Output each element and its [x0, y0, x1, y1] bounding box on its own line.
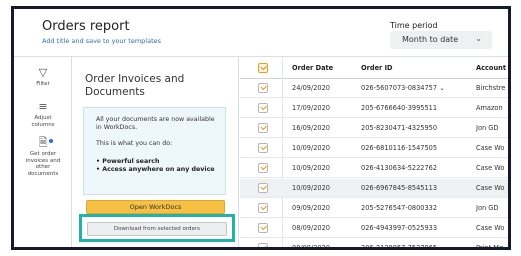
- order-date: 17/09/2020: [292, 104, 331, 112]
- order-id: 205-5276547-0800332: [361, 204, 438, 212]
- row-checkbox[interactable]: [258, 243, 268, 247]
- columns-icon: ≡: [38, 100, 48, 113]
- table-header-row: Order Date Order ID Account: [240, 57, 508, 79]
- account: Amazon: [476, 104, 503, 112]
- tool-rail: ▽ Filter ≡ Adjust columns 🗎 Get order in…: [14, 57, 72, 247]
- account: Case Wo: [476, 164, 505, 172]
- rail-item-adjust-columns[interactable]: ≡ Adjust columns: [14, 101, 72, 128]
- order-date: 16/09/2020: [292, 124, 331, 132]
- info-text-2: This is what you can do:: [96, 140, 173, 147]
- list-item: Access anywhere on any device: [96, 166, 221, 174]
- row-checkbox[interactable]: [258, 223, 268, 233]
- rail-item-label: Adjust columns: [31, 115, 55, 128]
- time-period-value: Month to date: [402, 35, 459, 44]
- order-date: 10/09/2020: [292, 164, 331, 172]
- column-header-account[interactable]: Account: [476, 57, 508, 79]
- account: Case Wo: [476, 184, 505, 192]
- account: Case Wo: [476, 224, 505, 232]
- account: Jon GD: [476, 124, 499, 132]
- orders-table: Order Date Order ID Account 24/09/2020 0…: [240, 57, 508, 250]
- chevron-down-icon[interactable]: ⌄: [439, 84, 445, 92]
- order-id: 026-6967845-8545113: [361, 184, 438, 192]
- notification-dot: [49, 139, 53, 143]
- row-checkbox[interactable]: [258, 103, 268, 113]
- download-selected-button[interactable]: Download from selected orders: [87, 222, 227, 236]
- filter-icon: ▽: [38, 66, 48, 79]
- feature-list: Powerful search Access anywhere on any d…: [96, 158, 221, 174]
- rail-item-label: Get order invoices and other documents: [25, 151, 61, 177]
- order-date: 24/09/2020: [292, 84, 331, 92]
- time-period-label: Time period: [390, 21, 438, 30]
- table-row[interactable]: 24/09/2020 026-5607073-0834757 ⌄ Birchst…: [240, 79, 508, 98]
- order-id: 205-8230471-4325950: [361, 124, 438, 132]
- table-row[interactable]: 17/09/2020 205-6766640-3995511 Amazon: [240, 99, 508, 118]
- column-header-order-id[interactable]: Order ID: [361, 57, 473, 79]
- row-checkbox[interactable]: [258, 203, 268, 213]
- order-id: 026-5607073-0834757 ⌄: [361, 79, 473, 98]
- orders-report-window: Orders report Add title and save to your…: [11, 6, 511, 250]
- row-checkbox[interactable]: [258, 163, 268, 173]
- list-item: Powerful search: [96, 158, 221, 166]
- table-row[interactable]: 10/09/2020 026-6967845-8545113 Case Wo: [240, 179, 508, 198]
- workdocs-info-box: All your documents are now available in …: [83, 107, 226, 195]
- table-row[interactable]: 09/09/2020 205-5276547-0800332 Jon GD: [240, 199, 508, 218]
- account: Print Mg: [476, 244, 504, 250]
- order-id: 205-6766640-3995511: [361, 104, 438, 112]
- row-checkbox[interactable]: [258, 83, 268, 93]
- info-text: All your documents are now available in …: [96, 116, 215, 131]
- order-id: 206-2138857-7537965: [361, 244, 438, 250]
- row-checkbox[interactable]: [258, 123, 268, 133]
- row-checkbox[interactable]: [258, 183, 268, 193]
- open-workdocs-button[interactable]: Open WorkDocs: [86, 200, 225, 214]
- account: Jon GD: [476, 204, 499, 212]
- documents-panel: Order Invoices and Documents All your do…: [73, 57, 239, 247]
- order-id: 026-4130634-5222762: [361, 164, 438, 172]
- column-header-order-date[interactable]: Order Date: [292, 57, 358, 79]
- account: Birchstre: [476, 84, 506, 92]
- table-row[interactable]: 10/09/2020 026-6810116-1547505 Case Wo: [240, 139, 508, 158]
- chevron-down-icon: ⌄: [475, 34, 482, 43]
- order-id: 026-6810116-1547505: [361, 144, 438, 152]
- order-date: 08/09/2020: [292, 224, 331, 232]
- panel-title: Order Invoices and Documents: [85, 73, 185, 98]
- order-date: 08/09/2020: [292, 244, 331, 250]
- rail-item-documents[interactable]: 🗎 Get order invoices and other documents: [14, 137, 72, 177]
- select-all-checkbox[interactable]: [258, 63, 268, 73]
- order-date: 09/09/2020: [292, 204, 331, 212]
- time-period-select[interactable]: Month to date ⌄: [390, 31, 492, 49]
- rail-item-filter[interactable]: ▽ Filter: [14, 67, 72, 88]
- row-checkbox[interactable]: [258, 143, 268, 153]
- order-id-text: 026-5607073-0834757: [361, 84, 438, 92]
- table-row[interactable]: 10/09/2020 026-4130634-5222762 Case Wo: [240, 159, 508, 178]
- account: Case Wo: [476, 144, 505, 152]
- order-id: 026-4943997-0525933: [361, 224, 438, 232]
- table-row[interactable]: 08/09/2020 206-2138857-7537965 Print Mg: [240, 239, 508, 250]
- page-title: Orders report: [42, 19, 130, 34]
- order-date: 10/09/2020: [292, 144, 331, 152]
- report-header: Orders report Add title and save to your…: [14, 9, 508, 57]
- table-row[interactable]: 16/09/2020 205-8230471-4325950 Jon GD: [240, 119, 508, 138]
- table-row[interactable]: 08/09/2020 026-4943997-0525933 Case Wo: [240, 219, 508, 238]
- document-icon: 🗎: [38, 136, 48, 149]
- order-date: 10/09/2020: [292, 184, 331, 192]
- add-title-link[interactable]: Add title and save to your templates: [42, 37, 161, 45]
- rail-item-label: Filter: [36, 81, 50, 87]
